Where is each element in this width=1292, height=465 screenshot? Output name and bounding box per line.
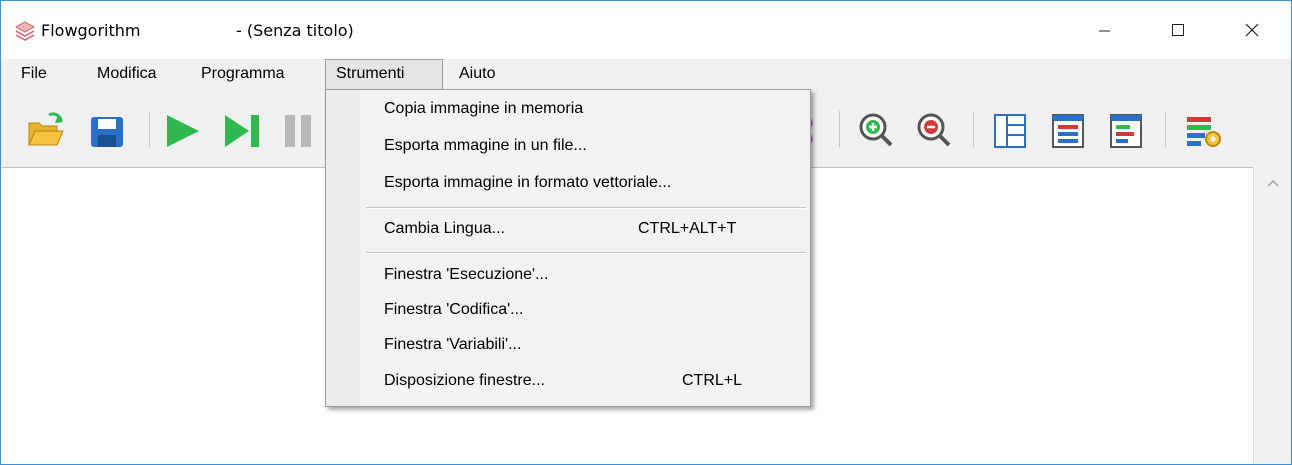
vertical-scrollbar[interactable] — [1253, 167, 1291, 464]
zoom-out-icon — [917, 113, 951, 147]
menu-separator — [366, 252, 806, 254]
settings-icon — [1187, 117, 1221, 147]
toolbar-separator — [1165, 111, 1166, 147]
strumenti-dropdown-menu: Copia immagine in memoria Esporta mmagin… — [325, 89, 811, 407]
menu-programma[interactable]: Programma — [191, 59, 295, 89]
minimize-icon — [1099, 30, 1110, 32]
code-window-button[interactable] — [1047, 109, 1091, 153]
close-icon — [1245, 23, 1259, 37]
maximize-button[interactable] — [1155, 9, 1201, 51]
menu-modifica[interactable]: Modifica — [87, 59, 167, 89]
menu-item-export-vector[interactable]: Esporta immagine in formato vettoriale..… — [360, 168, 810, 200]
pause-icon — [285, 115, 311, 147]
menu-item-variables-window[interactable]: Finestra 'Variabili'... — [360, 330, 810, 362]
menu-item-label: Finestra 'Esecuzione'... — [384, 266, 549, 283]
menu-item-label: Finestra 'Codifica'... — [384, 301, 524, 318]
maximize-icon — [1172, 24, 1184, 36]
title-bar: Flowgorithm - (Senza titolo) — [1, 1, 1291, 59]
run-button[interactable] — [161, 109, 205, 153]
scroll-up-arrow-icon[interactable] — [1265, 177, 1281, 189]
step-button[interactable] — [221, 109, 265, 153]
menu-item-execution-window[interactable]: Finestra 'Esecuzione'... — [360, 260, 810, 292]
menu-item-change-language[interactable]: Cambia Lingua... CTRL+ALT+T — [360, 214, 810, 246]
menu-item-label: Copia immagine in memoria — [384, 100, 584, 117]
menu-item-export-image-file[interactable]: Esporta mmagine in un file... — [360, 131, 810, 163]
code-window-icon — [1052, 114, 1084, 148]
layout-icon — [994, 114, 1026, 148]
zoom-in-icon — [859, 113, 893, 147]
menu-item-window-layout[interactable]: Disposizione finestre... CTRL+L — [360, 366, 810, 398]
window-title-document: - (Senza titolo) — [236, 21, 354, 40]
menu-icon-gutter — [326, 90, 360, 406]
menu-item-label: Cambia Lingua... — [384, 220, 505, 237]
toolbar-separator — [149, 111, 150, 147]
toolbar-separator — [839, 111, 840, 147]
menu-file[interactable]: File — [11, 59, 57, 89]
variables-window-icon — [1110, 114, 1142, 148]
variables-window-button[interactable] — [1105, 109, 1149, 153]
zoom-in-button[interactable] — [855, 109, 899, 153]
menu-item-label: Esporta immagine in formato vettoriale..… — [384, 174, 672, 191]
app-window: Flowgorithm - (Senza titolo) File Modifi… — [0, 0, 1292, 465]
open-button[interactable] — [23, 109, 67, 153]
save-button[interactable] — [85, 109, 129, 153]
open-folder-icon — [28, 112, 64, 146]
menu-separator — [366, 207, 806, 209]
menu-item-shortcut: CTRL+L — [682, 372, 743, 389]
menu-item-code-window[interactable]: Finestra 'Codifica'... — [360, 295, 810, 327]
flowgorithm-logo-icon — [14, 21, 36, 41]
zoom-out-button[interactable] — [913, 109, 957, 153]
pause-button[interactable] — [281, 109, 325, 153]
menu-item-shortcut: CTRL+ALT+T — [638, 220, 737, 237]
menu-item-label: Disposizione finestre... — [384, 372, 545, 389]
window-title-app: Flowgorithm — [41, 21, 141, 40]
minimize-button[interactable] — [1081, 9, 1127, 51]
layout-button[interactable] — [989, 109, 1033, 153]
save-icon — [91, 117, 123, 147]
settings-button[interactable] — [1181, 109, 1225, 153]
menu-bar: File Modifica Programma Strumenti Aiuto — [1, 59, 1291, 89]
menu-aiuto[interactable]: Aiuto — [449, 59, 505, 89]
menu-item-copy-image[interactable]: Copia immagine in memoria — [360, 94, 810, 126]
step-icon — [225, 115, 259, 147]
close-button[interactable] — [1229, 9, 1275, 51]
menu-item-label: Finestra 'Variabili'... — [384, 336, 522, 353]
menu-strumenti[interactable]: Strumenti — [325, 59, 443, 89]
toolbar-separator — [973, 111, 974, 147]
menu-item-label: Esporta mmagine in un file... — [384, 137, 587, 154]
run-icon — [167, 115, 199, 147]
